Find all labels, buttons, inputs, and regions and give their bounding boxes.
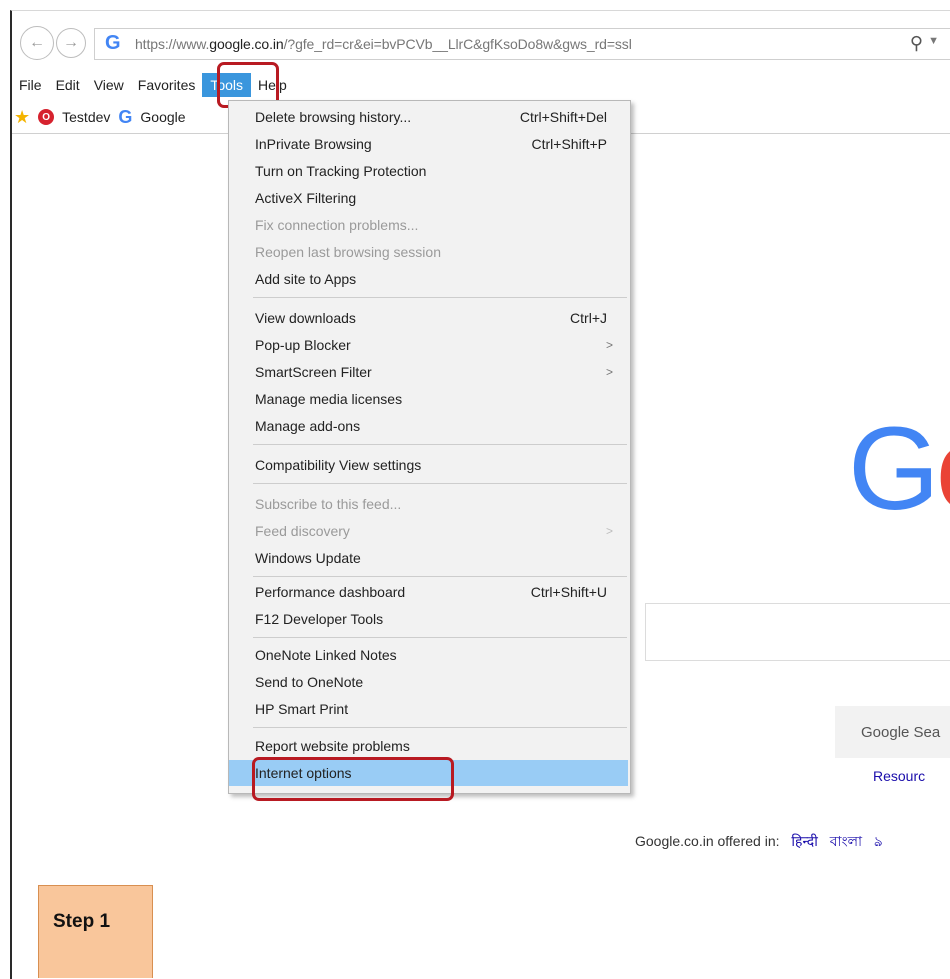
url-suffix: /?gfe_rd=cr&ei=bvPCVb__LlrC&gfKsoDo8w&gw… xyxy=(283,36,632,52)
menu-item-label: Add site to Apps xyxy=(255,271,357,287)
menu-item-f12-developer-tools[interactable]: F12 Developer Tools xyxy=(255,606,625,632)
menu-item-label: Pop-up Blocker xyxy=(255,337,351,353)
address-bar[interactable]: G https://www.google.co.in/?gfe_rd=cr&ei… xyxy=(94,28,950,60)
menu-item-view-downloads[interactable]: View downloads Ctrl+J xyxy=(255,305,625,331)
menu-item-label: HP Smart Print xyxy=(255,701,349,717)
language-link-other[interactable]: ঌ xyxy=(874,833,882,849)
menu-separator xyxy=(253,297,627,298)
menu-item-reopen-session: Reopen last browsing session xyxy=(255,239,625,265)
menu-item-report-website-problems[interactable]: Report website problems xyxy=(255,733,625,759)
menu-item-shortcut: Ctrl+Shift+Del xyxy=(519,109,607,125)
menu-item-label: InPrivate Browsing xyxy=(255,136,372,152)
step-label: Step 1 xyxy=(38,885,153,978)
menu-item-label: Manage media licenses xyxy=(255,391,403,407)
url-domain: google.co.in xyxy=(209,36,284,52)
menu-separator xyxy=(253,444,627,445)
menu-item-send-to-onenote[interactable]: Send to OneNote xyxy=(255,669,625,695)
google-favicon-icon: G xyxy=(118,106,133,127)
menu-item-activex-filtering[interactable]: ActiveX Filtering xyxy=(255,185,625,211)
url-text[interactable]: https://www.google.co.in/?gfe_rd=cr&ei=b… xyxy=(135,36,632,52)
menu-item-compatibility-view[interactable]: Compatibility View settings xyxy=(255,452,625,478)
menu-item-shortcut: Ctrl+J xyxy=(570,310,607,326)
resources-link[interactable]: Resourc xyxy=(873,768,925,784)
menu-edit[interactable]: Edit xyxy=(49,74,87,96)
back-arrow-icon: ← xyxy=(29,34,45,51)
favorite-testdev[interactable]: Testdev xyxy=(62,109,110,125)
google-search-input[interactable] xyxy=(645,603,950,661)
menu-item-smartscreen-filter[interactable]: SmartScreen Filter > xyxy=(255,359,625,385)
menu-item-label: Delete browsing history... xyxy=(255,109,412,125)
favorites-star-icon[interactable]: ★ xyxy=(14,107,30,128)
forward-arrow-icon: → xyxy=(63,34,79,51)
menu-item-shortcut: Ctrl+Shift+U xyxy=(530,584,607,600)
testdev-favicon-icon: O xyxy=(38,109,55,125)
menu-item-label: F12 Developer Tools xyxy=(255,611,384,627)
menu-item-tracking-protection[interactable]: Turn on Tracking Protection xyxy=(255,158,625,184)
menu-item-onenote-linked-notes[interactable]: OneNote Linked Notes xyxy=(255,642,625,668)
menu-item-label: Turn on Tracking Protection xyxy=(255,163,427,179)
search-icon[interactable]: ⚲ xyxy=(910,33,923,54)
tools-dropdown-menu: Delete browsing history... Ctrl+Shift+Del… xyxy=(228,100,631,794)
menu-separator xyxy=(253,727,627,728)
menu-favorites[interactable]: Favorites xyxy=(131,74,203,96)
submenu-arrow-icon: > xyxy=(605,365,613,379)
menu-separator xyxy=(253,576,627,577)
menu-item-label: Windows Update xyxy=(255,550,361,566)
menu-view[interactable]: View xyxy=(87,74,131,96)
favorites-bar: ★ O Testdev G Google xyxy=(14,103,186,131)
menu-item-label: Reopen last browsing session xyxy=(255,244,441,260)
menu-item-label: Compatibility View settings xyxy=(255,457,422,473)
internet-options-highlight-box xyxy=(252,757,454,801)
menu-item-label: Subscribe to this feed... xyxy=(255,496,402,512)
back-button[interactable]: ← xyxy=(20,26,54,60)
menu-item-label: Report website problems xyxy=(255,738,410,754)
google-logo: Go xyxy=(848,403,950,535)
offered-in-line: Google.co.in offered in: हिन्दी বাংলা ঌ xyxy=(635,830,882,854)
menu-separator xyxy=(253,483,627,484)
menu-file[interactable]: File xyxy=(12,74,49,96)
language-link-bengali[interactable]: বাংলা xyxy=(830,833,862,849)
menu-item-manage-addons[interactable]: Manage add-ons xyxy=(255,413,625,439)
menu-item-performance-dashboard[interactable]: Performance dashboard Ctrl+Shift+U xyxy=(255,579,625,605)
forward-button[interactable]: → xyxy=(56,28,86,58)
menu-item-add-site-to-apps[interactable]: Add site to Apps xyxy=(255,266,625,292)
menu-item-label: Send to OneNote xyxy=(255,674,364,690)
menu-item-shortcut: Ctrl+Shift+P xyxy=(531,136,607,152)
address-row: ← → G https://www.google.co.in/?gfe_rd=c… xyxy=(12,18,950,68)
menu-item-label: Feed discovery xyxy=(255,523,350,539)
submenu-arrow-icon: > xyxy=(605,524,613,538)
google-search-button[interactable]: Google Sea xyxy=(835,706,950,758)
menu-item-delete-browsing-history[interactable]: Delete browsing history... Ctrl+Shift+Del xyxy=(255,104,625,130)
url-prefix: https://www. xyxy=(135,36,210,52)
language-link-hindi[interactable]: हिन्दी xyxy=(791,833,817,849)
favorite-google[interactable]: Google xyxy=(140,109,185,125)
menu-item-label: ActiveX Filtering xyxy=(255,190,357,206)
menu-item-label: OneNote Linked Notes xyxy=(255,647,397,663)
offered-in-label: Google.co.in offered in: xyxy=(635,833,780,849)
google-favicon-icon: G xyxy=(105,32,121,54)
menu-item-popup-blocker[interactable]: Pop-up Blocker > xyxy=(255,332,625,358)
menu-item-feed-discovery: Feed discovery > xyxy=(255,518,625,544)
menu-separator xyxy=(253,637,627,638)
menu-item-media-licenses[interactable]: Manage media licenses xyxy=(255,386,625,412)
menu-item-label: SmartScreen Filter xyxy=(255,364,372,380)
menu-item-subscribe-feed: Subscribe to this feed... xyxy=(255,491,625,517)
search-dropdown-icon[interactable]: ▼ xyxy=(928,35,939,47)
menu-item-label: Fix connection problems... xyxy=(255,217,419,233)
menu-item-windows-update[interactable]: Windows Update xyxy=(255,545,625,571)
menu-item-label: Performance dashboard xyxy=(255,584,406,600)
menu-item-label: View downloads xyxy=(255,310,356,326)
menu-item-label: Manage add-ons xyxy=(255,418,361,434)
menu-item-fix-connection: Fix connection problems... xyxy=(255,212,625,238)
menu-item-hp-smart-print[interactable]: HP Smart Print xyxy=(255,696,625,722)
menu-item-inprivate-browsing[interactable]: InPrivate Browsing Ctrl+Shift+P xyxy=(255,131,625,157)
submenu-arrow-icon: > xyxy=(605,338,613,352)
